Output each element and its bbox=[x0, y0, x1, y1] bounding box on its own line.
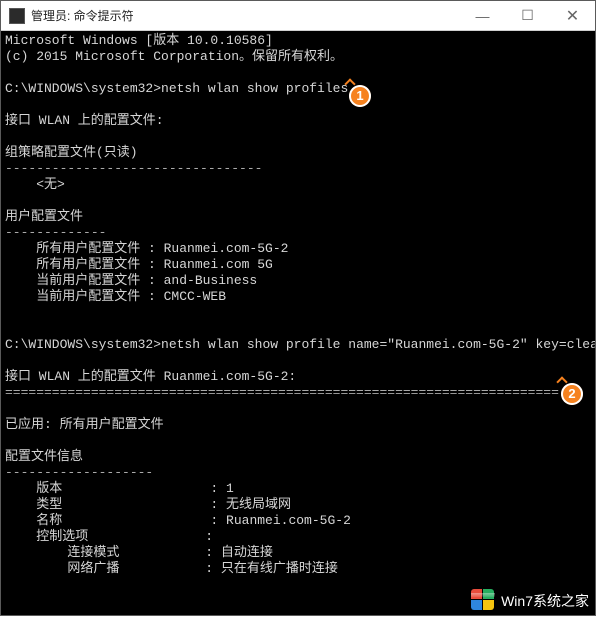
group-policy-header: 组策略配置文件(只读) bbox=[5, 145, 138, 160]
divider-line: --------------------------------- bbox=[5, 161, 262, 176]
profile-row: 当前用户配置文件 : and-Business bbox=[5, 273, 257, 288]
user-profiles-header: 用户配置文件 bbox=[5, 209, 83, 224]
windows-logo-icon bbox=[471, 589, 497, 613]
divider-line: ------------------- bbox=[5, 465, 153, 480]
cmd-icon bbox=[9, 8, 25, 24]
banner-line: (c) 2015 Microsoft Corporation。保留所有权利。 bbox=[5, 49, 343, 64]
minimize-button[interactable]: — bbox=[460, 1, 505, 30]
banner-line: Microsoft Windows [版本 10.0.10586] bbox=[5, 33, 273, 48]
info-row: 名称 : Ruanmei.com-5G-2 bbox=[5, 513, 351, 528]
command-prompt-window: 管理员: 命令提示符 — ☐ ✕ Microsoft Windows [版本 1… bbox=[0, 0, 596, 616]
close-button[interactable]: ✕ bbox=[550, 1, 595, 30]
command-1: netsh wlan show profiles bbox=[161, 81, 348, 96]
annotation-badge-2: 2 bbox=[561, 383, 583, 405]
section-header: 接口 WLAN 上的配置文件: bbox=[5, 113, 164, 128]
info-row: 网络广播 : 只在有线广播时连接 bbox=[5, 561, 338, 576]
info-row: 版本 : 1 bbox=[5, 481, 234, 496]
group-policy-none: <无> bbox=[5, 177, 65, 192]
profile-row: 所有用户配置文件 : Ruanmei.com-5G-2 bbox=[5, 241, 288, 256]
profile-info-header: 配置文件信息 bbox=[5, 449, 83, 464]
divider-line: ========================================… bbox=[5, 385, 559, 400]
info-row: 控制选项 : bbox=[5, 529, 213, 544]
annotation-badge-1: 1 bbox=[349, 85, 371, 107]
window-controls: — ☐ ✕ bbox=[460, 1, 595, 30]
applied-line: 已应用: 所有用户配置文件 bbox=[5, 417, 164, 432]
section-header: 接口 WLAN 上的配置文件 Ruanmei.com-5G-2: bbox=[5, 369, 296, 384]
command-2: netsh wlan show profile name="Ruanmei.co… bbox=[161, 337, 595, 352]
divider-line: ------------- bbox=[5, 225, 106, 240]
prompt: C:\WINDOWS\system32> bbox=[5, 81, 161, 96]
info-row: 连接模式 : 自动连接 bbox=[5, 545, 273, 560]
profile-row: 当前用户配置文件 : CMCC-WEB bbox=[5, 289, 226, 304]
info-row: 类型 : 无线局域网 bbox=[5, 497, 291, 512]
prompt: C:\WINDOWS\system32> bbox=[5, 337, 161, 352]
titlebar[interactable]: 管理员: 命令提示符 — ☐ ✕ bbox=[1, 1, 595, 31]
terminal-output[interactable]: Microsoft Windows [版本 10.0.10586] (c) 20… bbox=[1, 31, 595, 615]
watermark-text: Win7系统之家 bbox=[501, 591, 589, 611]
maximize-button[interactable]: ☐ bbox=[505, 1, 550, 30]
watermark: Win7系统之家 bbox=[471, 589, 589, 613]
window-title: 管理员: 命令提示符 bbox=[31, 7, 460, 24]
profile-row: 所有用户配置文件 : Ruanmei.com 5G bbox=[5, 257, 273, 272]
